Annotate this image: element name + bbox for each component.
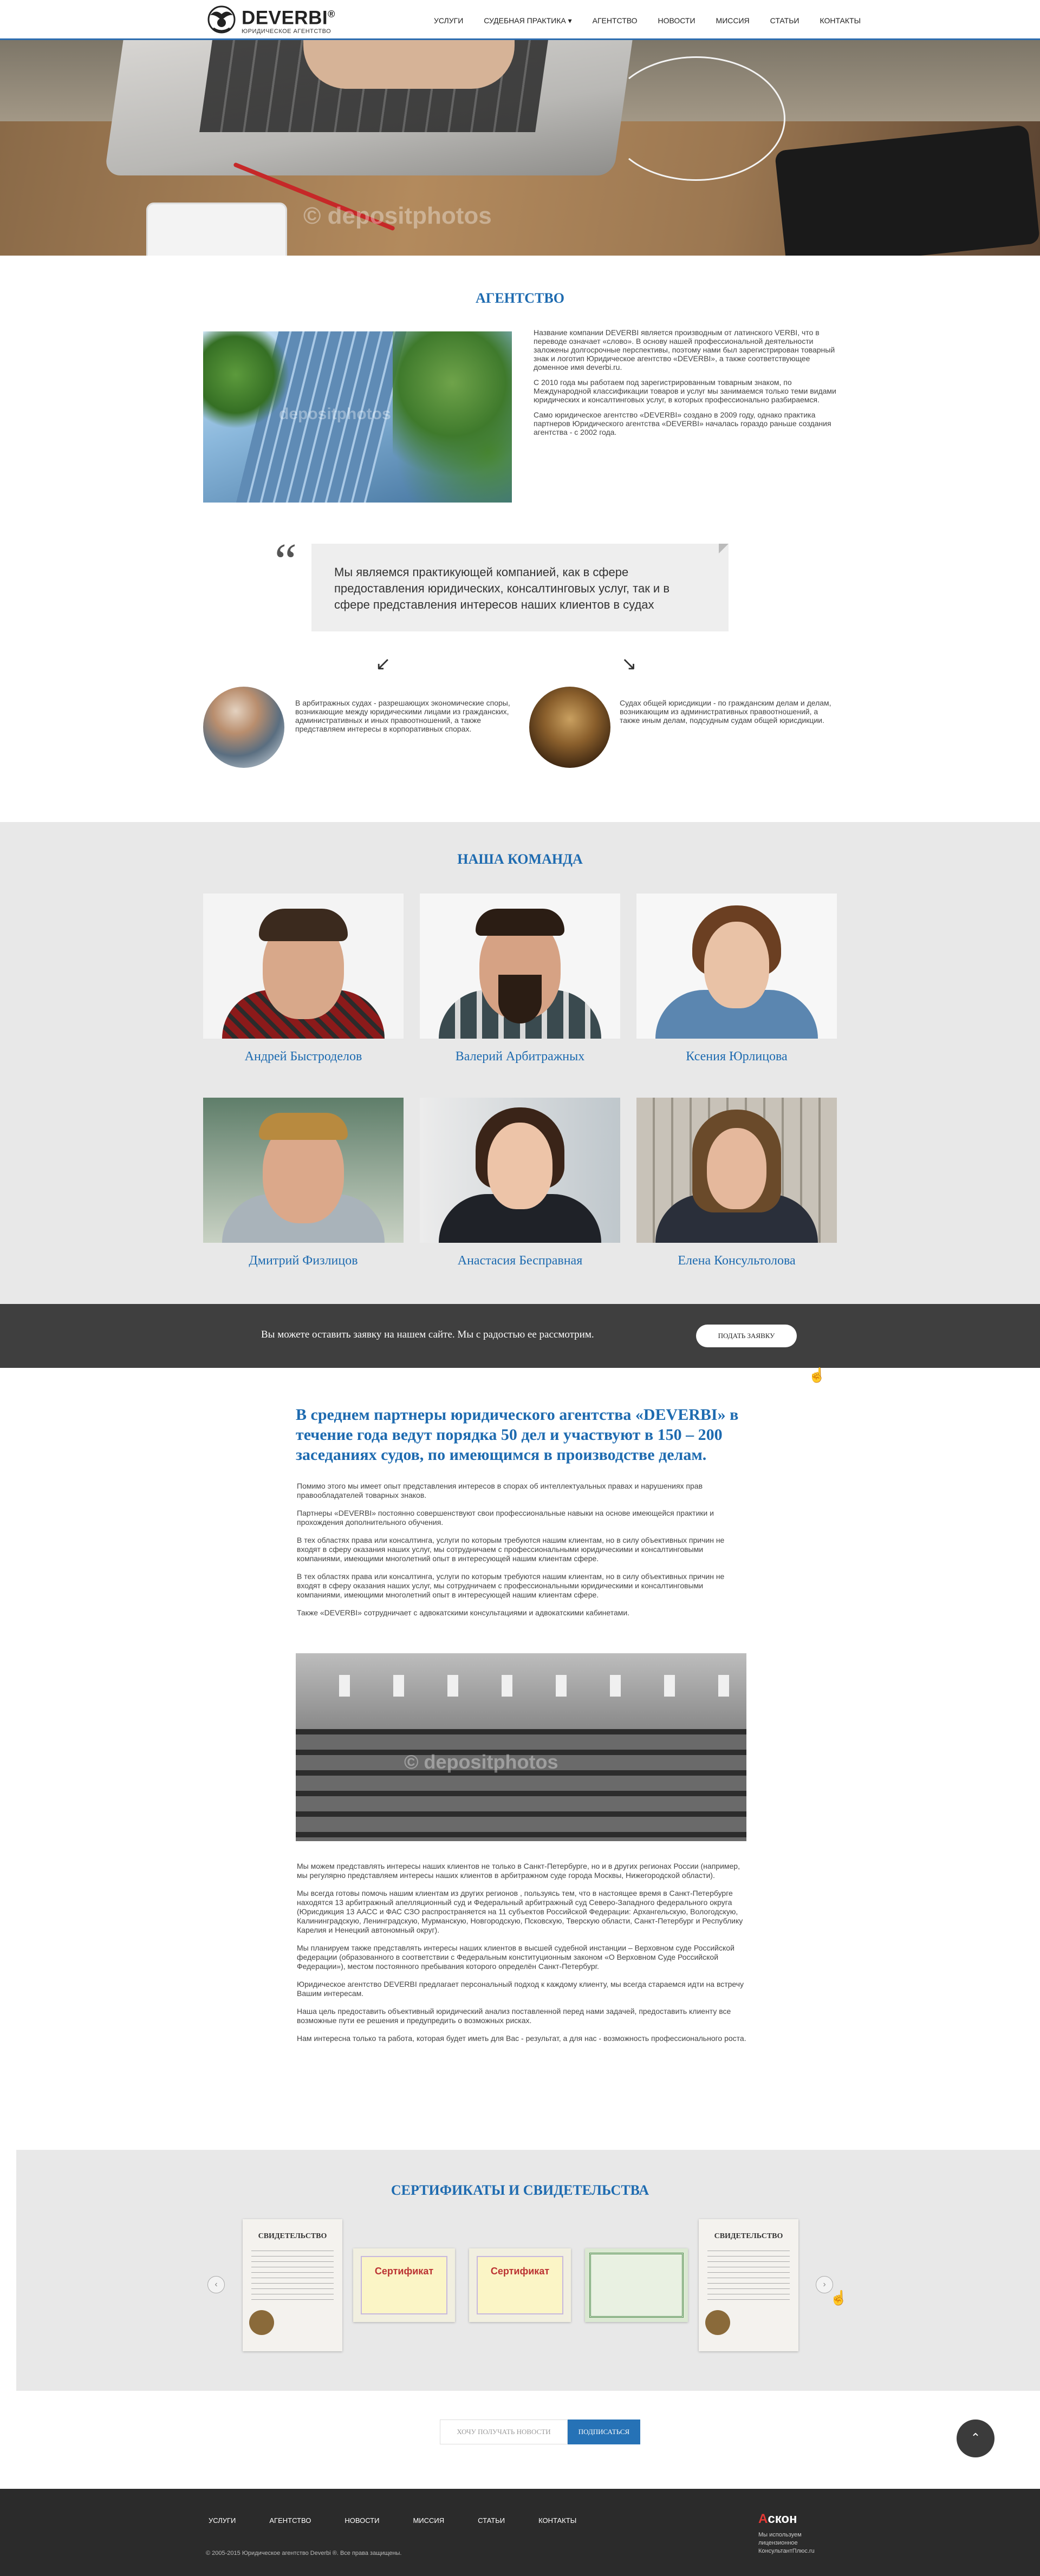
request-bar: Вы можете оставить заявку на нашем сайте…	[0, 1304, 1040, 1368]
certificate-item[interactable]: Сертификат	[469, 2248, 571, 2322]
seal-icon	[705, 2310, 730, 2335]
nav-contacts[interactable]: Контакты	[809, 16, 871, 25]
member-photo	[203, 894, 404, 1039]
nav-mission[interactable]: Миссия	[706, 16, 760, 25]
askon-logo[interactable]: Аскон Мы используем лицензионное Консуль…	[758, 2512, 823, 2555]
team-member[interactable]: Валерий Арбитражных	[420, 894, 620, 1064]
quote-text: Мы являемся практикующей компанией, как …	[334, 565, 670, 611]
quote-mark-icon: “	[275, 533, 297, 589]
member-photo	[203, 1098, 404, 1243]
subscribe-button[interactable]: Подписаться	[568, 2420, 640, 2444]
article-paragraph: Мы всегда готовы помочь нашим клиентам и…	[297, 1889, 743, 1934]
certificate-item[interactable]: СВИДЕТЕЛЬСТВО	[243, 2219, 342, 2351]
office-watermark: © depositphotos	[404, 1751, 558, 1773]
nav-agency[interactable]: Агентство	[582, 16, 648, 25]
logo[interactable]: DEVERBI® ЮРИДИЧЕСКОЕ АГЕНТСТВО	[206, 4, 335, 35]
hand-cursor-icon: ☝	[830, 2290, 848, 2306]
askon-subtitle: Мы используем лицензионное КонсультантПл…	[758, 2532, 815, 2554]
article-heading: В среднем партнеры юридического агентств…	[296, 1406, 739, 1464]
certificate-item[interactable]	[585, 2248, 688, 2322]
copyright: © 2005-2015 Юридическое агентство Deverb…	[206, 2550, 402, 2557]
agency-paragraph: Само юридическое агентство «DEVERBI» соз…	[534, 410, 831, 436]
footer-nav-articles[interactable]: Статьи	[478, 2516, 505, 2525]
member-name: Андрей Быстроделов	[244, 1049, 362, 1064]
arbitration-text: В арбитражных судах - разрешающих эконом…	[295, 699, 510, 733]
article-paragraph: Мы планируем также представлять интересы…	[297, 1944, 734, 1971]
certificate-label: СВИДЕТЕЛЬСТВО	[714, 2232, 783, 2240]
agency-description: Название компании DEVERBI является произ…	[534, 328, 842, 443]
article-paragraph: Юридическое агентство DEVERBI предлагает…	[297, 1980, 744, 1998]
team-member[interactable]: Дмитрий Физлицов	[203, 1098, 404, 1268]
agency-building-image: depositphotos	[203, 331, 512, 503]
footer-nav-services[interactable]: Услуги	[209, 2516, 236, 2525]
team-member[interactable]: Анастасия Бесправная	[420, 1098, 620, 1268]
footer-nav-contacts[interactable]: Контакты	[538, 2516, 576, 2525]
footer-nav-agency[interactable]: Агентство	[269, 2516, 311, 2525]
certificate-item[interactable]: Сертификат	[353, 2248, 455, 2322]
logo-emblem-icon	[206, 4, 237, 35]
certificate-label: СВИДЕТЕЛЬСТВО	[258, 2232, 327, 2240]
carousel-prev-button[interactable]: ‹	[207, 2276, 225, 2293]
site-footer: Услуги Агентство Новости Миссия Статьи К…	[0, 2489, 1040, 2576]
article-paragraph: В тех областях права или консалтинга, ус…	[297, 1536, 725, 1563]
member-name: Валерий Арбитражных	[455, 1049, 585, 1064]
submit-request-button[interactable]: Подать заявку	[696, 1325, 797, 1347]
team-member[interactable]: Ксения Юрлицова	[636, 894, 837, 1064]
article-bottom: Мы можем представлять интересы наших кли…	[297, 1862, 746, 2052]
article-paragraph: В тех областях права или консалтинга, ус…	[297, 1572, 725, 1599]
certificate-label	[589, 2253, 684, 2318]
article-paragraph: Партнеры «DEVERBI» постоянно совершенств…	[297, 1509, 714, 1527]
article-paragraph: Нам интересна только та работа, которая …	[297, 2034, 746, 2043]
certificate-label: Сертификат	[477, 2256, 563, 2314]
agency-image-watermark: depositphotos	[279, 405, 391, 423]
article-paragraph: Наша цель предоставить объективный юриди…	[297, 2007, 731, 2025]
certificate-item[interactable]: СВИДЕТЕЛЬСТВО	[699, 2219, 798, 2351]
member-photo	[420, 1098, 620, 1243]
member-name: Елена Консультолова	[678, 1254, 796, 1268]
footer-nav-mission[interactable]: Миссия	[413, 2516, 444, 2525]
general-court-text: Судах общей юрисдикции - по гражданским …	[620, 699, 831, 725]
article-paragraph: Помимо этого мы имеет опыт представления…	[297, 1482, 703, 1499]
member-photo	[636, 1098, 837, 1243]
member-photo	[636, 894, 837, 1039]
nav-services[interactable]: Услуги	[424, 16, 473, 25]
arrow-down-left-icon: ↙	[375, 654, 391, 674]
hero-watermark: © depositphotos	[303, 203, 492, 229]
office-photo: © depositphotos	[296, 1653, 746, 1841]
article-paragraph: Также «DEVERBI» сотрудничает с адвокатск…	[297, 1608, 630, 1617]
nav-news[interactable]: Новости	[648, 16, 706, 25]
logo-subtitle: ЮРИДИЧЕСКОЕ АГЕНТСТВО	[242, 28, 332, 35]
article-paragraph: Мы можем представлять интересы наших кли…	[297, 1862, 740, 1880]
article-top: Помимо этого мы имеет опыт представления…	[297, 1482, 746, 1626]
arrow-down-right-icon: ↘	[621, 654, 637, 674]
team-title: Наша команда	[457, 851, 583, 867]
footer-nav-news[interactable]: Новости	[344, 2516, 379, 2525]
member-name: Ксения Юрлицова	[686, 1049, 788, 1064]
main-nav: Услуги Судебная практика ▾ Агентство Нов…	[424, 16, 871, 25]
seal-icon	[249, 2310, 274, 2335]
logo-name: DEVERBI®	[242, 7, 335, 29]
footer-nav: Услуги Агентство Новости Миссия Статьи К…	[209, 2516, 610, 2525]
nav-court-practice[interactable]: Судебная практика ▾	[473, 16, 582, 25]
team-member[interactable]: Андрей Быстроделов	[203, 894, 404, 1064]
site-header: DEVERBI® ЮРИДИЧЕСКОЕ АГЕНТСТВО Услуги Су…	[0, 0, 1040, 40]
agency-paragraph: Название компании DEVERBI является произ…	[534, 328, 835, 371]
member-name: Дмитрий Физлицов	[249, 1254, 358, 1268]
newsletter-email-input[interactable]: Хочу получать новости	[440, 2420, 568, 2444]
agency-paragraph: С 2010 года мы работаем под зарегистриро…	[534, 378, 836, 404]
quote-box: Мы являемся практикующей компанией, как …	[311, 544, 729, 631]
member-photo	[420, 894, 620, 1039]
request-text: Вы можете оставить заявку на нашем сайте…	[261, 1329, 594, 1340]
scroll-to-top-button[interactable]: ⌃	[957, 2420, 994, 2457]
nav-articles[interactable]: Статьи	[760, 16, 810, 25]
arbitration-image	[203, 687, 284, 768]
agency-title: Агентство	[476, 290, 564, 306]
hand-cursor-icon: ☝	[808, 1367, 826, 1383]
certificates-title: Сертификаты и свидетельства	[391, 2182, 649, 2198]
team-member[interactable]: Елена Консультолова	[636, 1098, 837, 1268]
member-name: Анастасия Бесправная	[457, 1254, 583, 1268]
general-court-image	[529, 687, 610, 768]
certificate-label: Сертификат	[361, 2256, 447, 2314]
hero-image: © depositphotos	[0, 40, 1040, 256]
